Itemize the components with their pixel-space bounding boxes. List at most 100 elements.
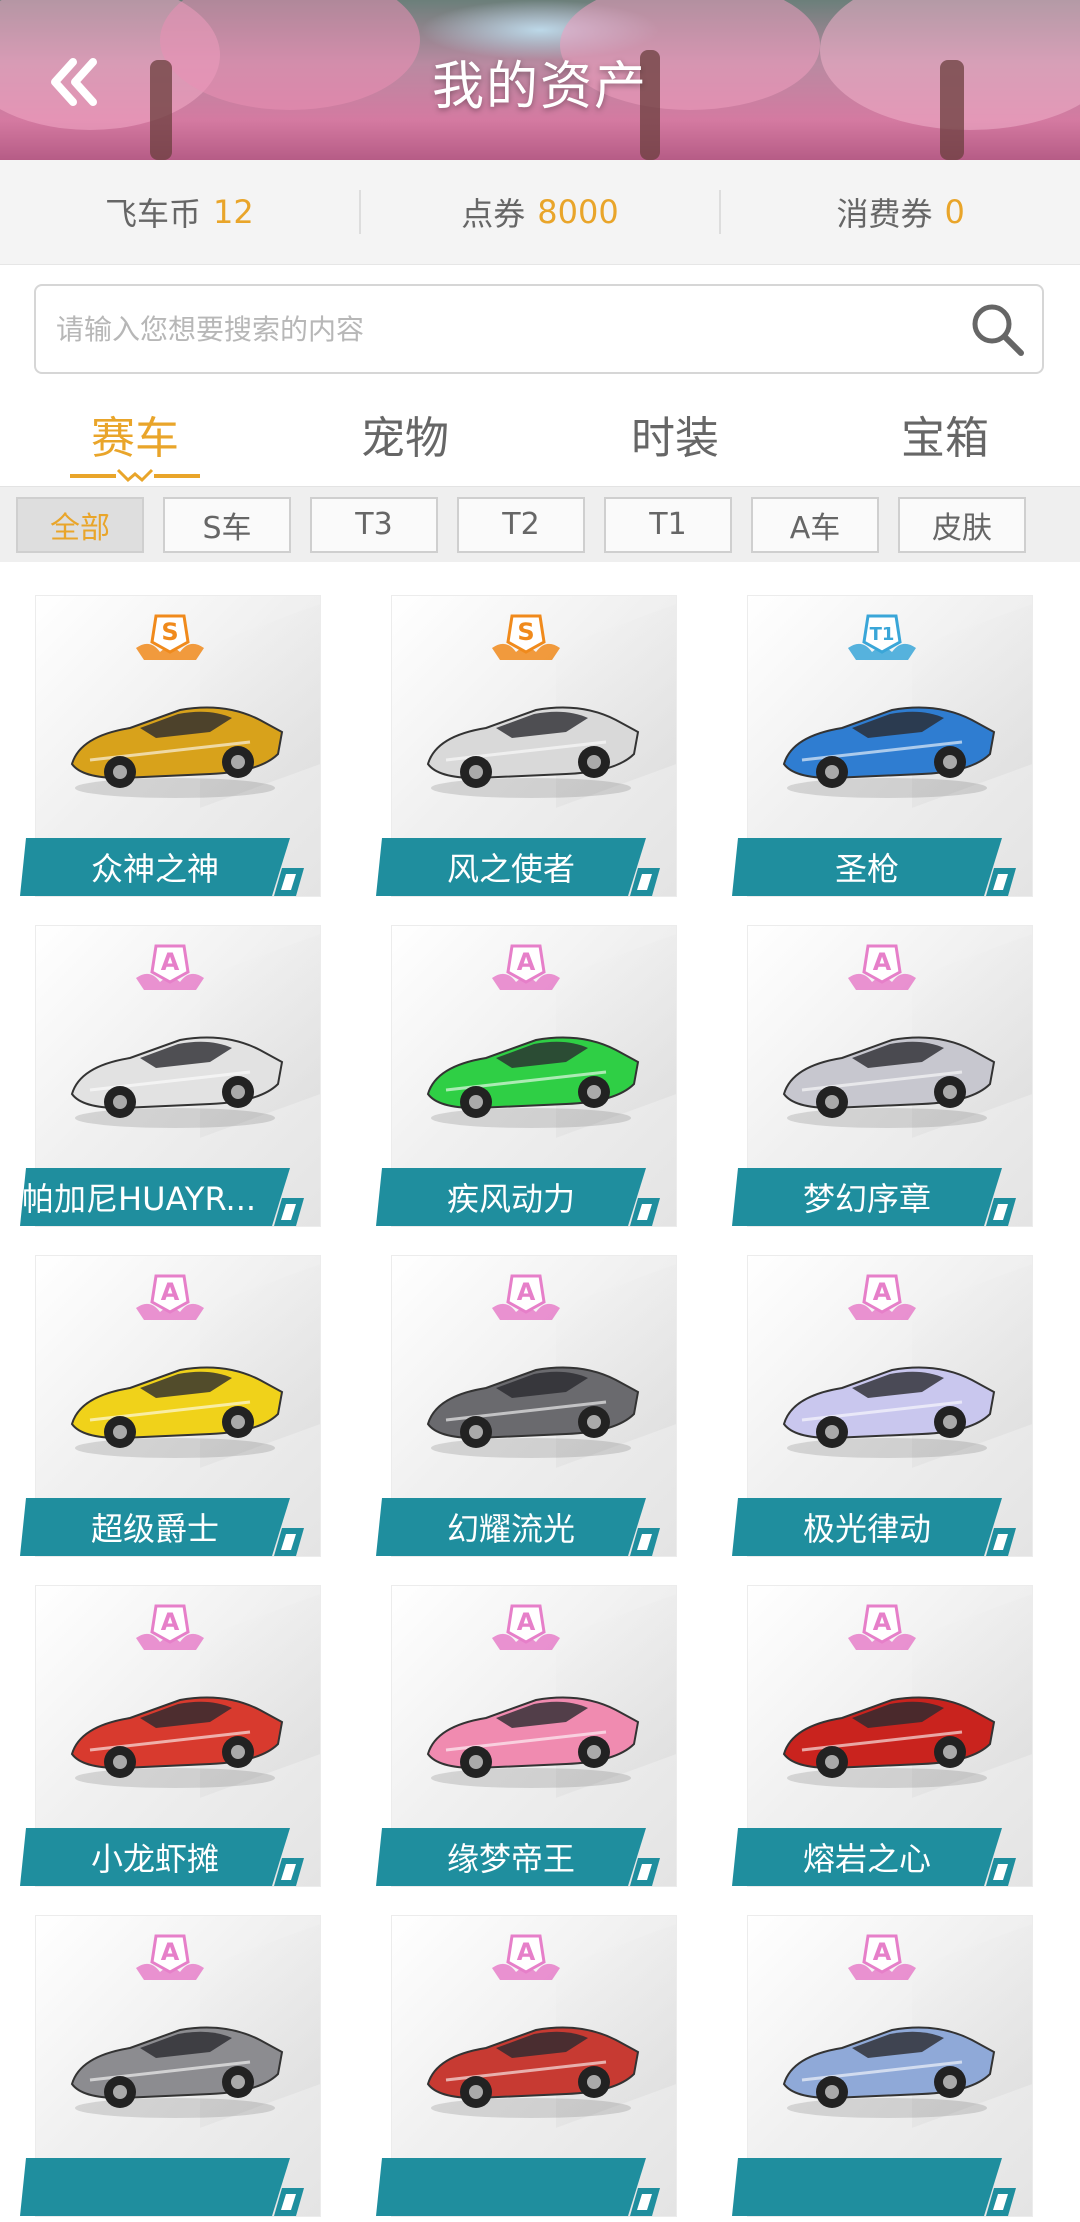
car-name-label: 幻耀流光 [446,1510,575,1548]
grade-label: A [517,948,536,976]
car-name-label [732,2154,1002,2220]
currency-label: 消费券 [836,195,933,233]
grade-label: S [517,618,534,646]
filter-t2[interactable]: T2 [457,496,585,553]
header-banner: 我的资产 [0,0,1080,160]
tab-chests[interactable]: 宝箱 [810,390,1080,480]
tab-label: 赛车 [91,413,179,464]
car-name-label: 梦幻序章 [802,1180,931,1218]
car-card[interactable]: A 小龙虾摊 [20,1586,320,1892]
race-car-icon [426,706,640,798]
currency-vouchers: 消费券 0 [721,189,1080,235]
currency-value: 0 [944,193,965,231]
grade-badge-icon: A [136,1604,204,1650]
grade-label: A [161,948,180,976]
filter-bar: 全部 S车 T3 T2 T1 A车 皮肤 [0,486,1080,562]
race-car-icon [70,1366,284,1458]
search-box [34,284,1044,374]
grade-label: S [161,618,178,646]
grade-label: A [161,1608,180,1636]
filter-all[interactable]: 全部 [16,496,144,553]
currency-value: 12 [212,193,254,231]
grade-badge-icon: A [136,944,204,990]
car-card[interactable]: S 风之使者 [376,596,676,902]
car-card[interactable]: A [732,1916,1032,2222]
race-car-icon [426,1366,640,1458]
car-card[interactable]: A 超级爵士 [20,1256,320,1562]
car-card[interactable]: A 帕加尼HUAYR... [20,926,320,1232]
race-car-icon [426,1036,640,1128]
search-input[interactable] [36,311,952,347]
grade-badge-icon: A [848,1274,916,1320]
currency-value: 8000 [537,193,619,231]
grade-badge-icon: S [492,614,560,660]
race-car-icon [782,1036,996,1128]
grade-badge-icon: T1 [848,614,916,660]
race-car-icon [70,1036,284,1128]
tab-pets[interactable]: 宠物 [270,390,540,480]
race-car-icon [70,2026,284,2118]
currency-coins: 飞车币 12 [0,189,359,235]
active-tab-indicator [70,468,200,483]
car-name-label: 帕加尼HUAYR... [22,1180,257,1218]
search-icon [972,304,1024,356]
car-name-label: 极光律动 [802,1510,931,1548]
grade-badge-icon: S [136,614,204,660]
car-card[interactable]: A 熔岩之心 [732,1586,1032,1892]
grade-badge-icon: A [848,1934,916,1980]
grade-badge-icon: A [492,1604,560,1650]
car-card[interactable]: T1 圣枪 [732,596,1032,902]
car-name-label: 风之使者 [446,850,575,888]
car-name-label: 熔岩之心 [802,1840,931,1878]
car-name-label: 众神之神 [90,850,219,888]
search-button[interactable] [952,286,1042,372]
grade-label: A [161,1278,180,1306]
currency-label: 点券 [461,195,526,233]
tab-label: 宠物 [361,413,449,464]
car-card[interactable]: A 缘梦帝王 [376,1586,676,1892]
tab-cars[interactable]: 赛车 [0,390,270,483]
filter-s-car[interactable]: S车 [163,496,291,553]
grade-badge-icon: A [136,1934,204,1980]
grade-badge-icon: A [492,1274,560,1320]
car-name-label: 缘梦帝王 [446,1840,575,1878]
grade-badge-icon: A [492,944,560,990]
grade-badge-icon: A [492,1934,560,1980]
tab-fashion[interactable]: 时装 [540,390,810,480]
filter-t3[interactable]: T3 [310,496,438,553]
car-card[interactable]: A 疾风动力 [376,926,676,1232]
car-card[interactable]: A 极光律动 [732,1256,1032,1562]
race-car-icon [782,1366,996,1458]
grade-badge-icon: A [136,1274,204,1320]
car-name-label [20,2154,290,2220]
grade-label: A [873,948,892,976]
race-car-icon [70,706,284,798]
race-car-icon [782,1696,996,1788]
grade-label: A [517,1938,536,1966]
grade-label: A [161,1938,180,1966]
tab-label: 宝箱 [901,413,989,464]
car-name-label [376,2154,646,2220]
filter-skin[interactable]: 皮肤 [898,496,1026,553]
currency-points: 点券 8000 [361,189,720,235]
grade-label: A [873,1608,892,1636]
car-card[interactable]: S 众神之神 [20,596,320,902]
filter-t1[interactable]: T1 [604,496,732,553]
car-card[interactable]: A 梦幻序章 [732,926,1032,1232]
grade-badge-icon: A [848,944,916,990]
tab-label: 时装 [631,413,719,464]
grade-label: A [873,1278,892,1306]
grade-label: A [873,1938,892,1966]
car-name-label: 疾风动力 [446,1180,575,1218]
grade-badge-icon: A [848,1604,916,1650]
car-name-label: 超级爵士 [90,1510,219,1548]
car-card[interactable]: A [20,1916,320,2222]
car-card[interactable]: A 幻耀流光 [376,1256,676,1562]
car-name-label: 小龙虾摊 [90,1840,219,1878]
car-name-label: 圣枪 [834,850,899,888]
filter-a-car[interactable]: A车 [751,496,879,553]
car-card[interactable]: A [376,1916,676,2222]
race-car-icon [426,2026,640,2118]
category-tabs: 赛车 宠物 时装 宝箱 [0,390,1080,483]
page-title: 我的资产 [431,57,648,117]
